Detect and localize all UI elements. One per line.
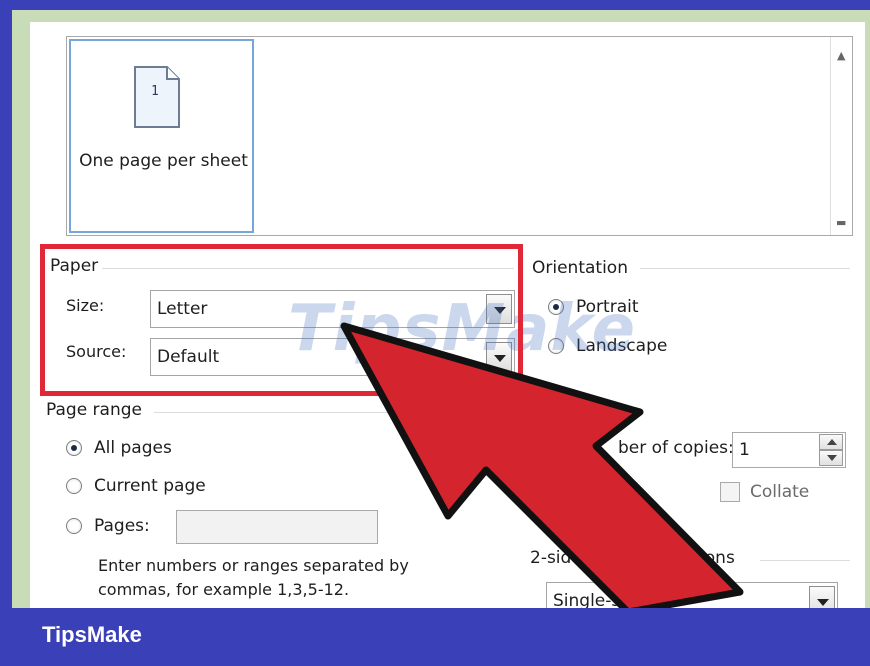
footer-bar: TipsMake — [0, 608, 870, 666]
print-options-dialog: 1 One page per sheet ▲ ▬ Paper Size: Let… — [30, 22, 865, 612]
pointer-arrow-icon — [340, 322, 744, 612]
brand-logo: TipsMake — [42, 622, 142, 647]
